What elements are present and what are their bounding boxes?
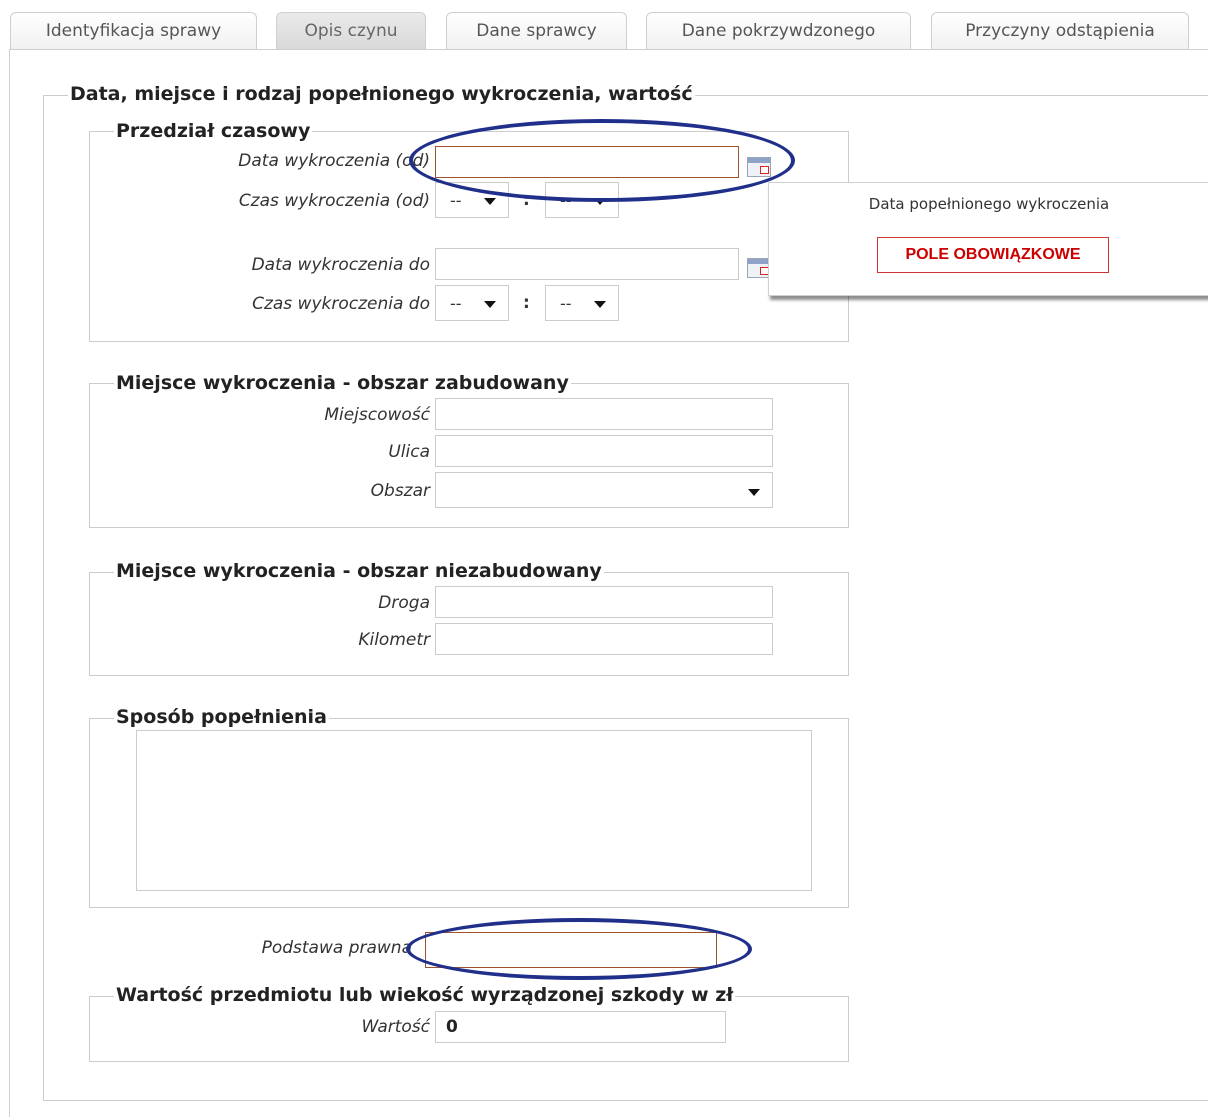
chevron-down-icon (484, 198, 496, 205)
area-select[interactable] (435, 472, 773, 508)
date-from-input[interactable] (435, 146, 739, 178)
tab-identyfikacja-sprawy[interactable]: Identyfikacja sprawy (10, 12, 257, 49)
time-from-minute-value: -- (560, 190, 572, 210)
legal-basis-label: Podstawa prawna (261, 938, 412, 958)
city-input[interactable] (435, 398, 773, 430)
date-to-label: Data wykroczenia do (251, 255, 430, 275)
chevron-down-icon (484, 301, 496, 308)
city-label: Miejscowość (324, 405, 430, 425)
value-legend: Wartość przedmiotu lub wiekość wyrządzon… (114, 984, 736, 1006)
time-to-label: Czas wykroczenia do (252, 294, 430, 314)
tab-opis-czynu[interactable]: Opis czynu (276, 12, 426, 49)
km-input[interactable] (435, 623, 773, 655)
main-legend: Data, miejsce i rodzaj popełnionego wykr… (68, 83, 695, 105)
value-input-text: 0 (446, 1017, 458, 1037)
road-input[interactable] (435, 586, 773, 618)
area-label: Obszar (370, 481, 430, 501)
non-built-up-legend: Miejsce wykroczenia - obszar niezabudowa… (114, 560, 604, 582)
tab-przyczyny-odstapienia[interactable]: Przyczyny odstąpienia (931, 12, 1189, 49)
value-label: Wartość (361, 1017, 430, 1037)
tooltip-title: Data popełnionego wykroczenia (868, 195, 1110, 213)
time-to-hour-value: -- (450, 293, 462, 313)
legal-basis-input[interactable] (425, 932, 717, 968)
method-textarea[interactable] (136, 730, 812, 891)
time-colon: : (523, 293, 530, 313)
road-label: Droga (378, 593, 430, 613)
tab-dane-sprawcy[interactable]: Dane sprawcy (446, 12, 627, 49)
date-to-input[interactable] (435, 248, 739, 280)
chevron-down-icon (594, 198, 606, 205)
required-field-tooltip: Data popełnionego wykroczenia POLE OBOWI… (768, 182, 1208, 296)
time-to-minute-value: -- (560, 293, 572, 313)
date-from-label: Data wykroczenia (od) (238, 151, 430, 171)
time-from-minute-select[interactable]: -- (545, 182, 619, 218)
km-label: Kilometr (358, 630, 430, 650)
time-from-hour-select[interactable]: -- (435, 182, 509, 218)
time-range-legend: Przedział czasowy (114, 120, 313, 142)
time-from-hour-value: -- (450, 190, 462, 210)
street-label: Ulica (388, 442, 430, 462)
time-to-hour-select[interactable]: -- (435, 285, 509, 321)
value-input[interactable]: 0 (435, 1011, 726, 1043)
time-to-minute-select[interactable]: -- (545, 285, 619, 321)
method-legend: Sposób popełnienia (114, 706, 329, 728)
required-field-badge: POLE OBOWIĄZKOWE (877, 237, 1109, 273)
street-input[interactable] (435, 435, 773, 467)
built-up-legend: Miejsce wykroczenia - obszar zabudowany (114, 372, 571, 394)
time-colon: : (523, 190, 530, 210)
tab-dane-pokrzywdzonego[interactable]: Dane pokrzywdzonego (646, 12, 911, 49)
time-from-label: Czas wykroczenia (od) (238, 191, 430, 211)
chevron-down-icon (748, 489, 760, 496)
chevron-down-icon (594, 301, 606, 308)
calendar-icon[interactable] (747, 157, 771, 177)
